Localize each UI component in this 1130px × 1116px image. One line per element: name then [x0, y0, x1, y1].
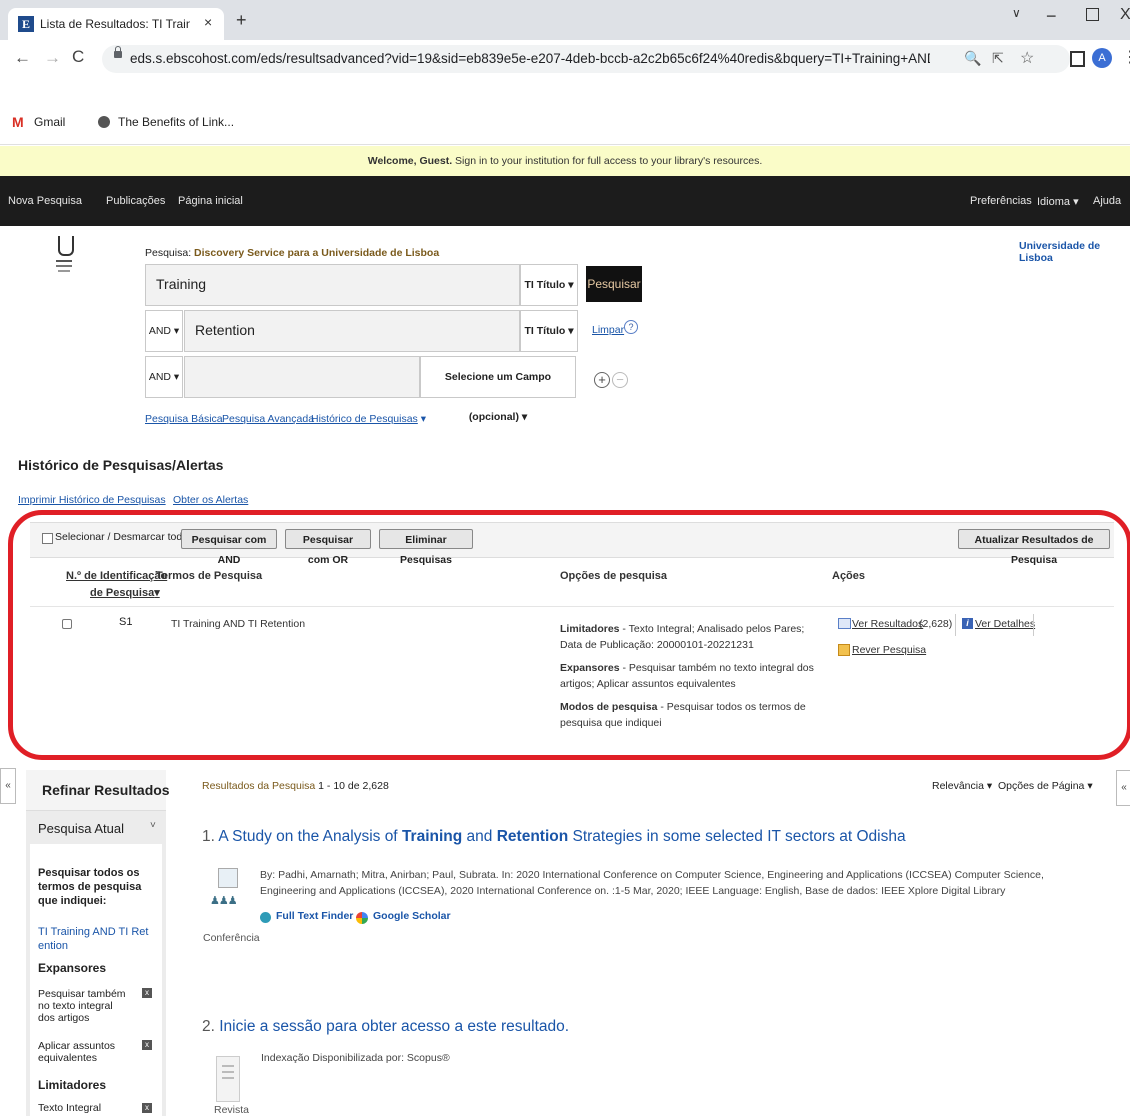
page-options-dropdown[interactable]: Opções de Página ▾: [998, 780, 1093, 792]
maximize-icon[interactable]: [1086, 8, 1099, 21]
remove-limiter-1-icon[interactable]: x: [142, 1103, 152, 1113]
profile-avatar[interactable]: A: [1092, 48, 1112, 68]
result-1-type: Conferência: [203, 932, 260, 944]
bookmarks-bar: M Gmail The Benefits of Link...: [0, 104, 1130, 145]
browser-menu-icon[interactable]: ⋮: [1122, 47, 1130, 67]
limiter-item-1: Texto Integral: [38, 1102, 102, 1114]
field-select-3[interactable]: Selecione um Campo (opcional) ▾: [420, 356, 576, 423]
current-query[interactable]: TI Training AND TI Retention: [38, 925, 150, 953]
results-summary: Resultados da Pesquisa 1 - 10 de 2,628: [202, 780, 389, 792]
back-icon[interactable]: ←: [14, 48, 31, 68]
share-icon[interactable]: ⇱: [992, 50, 1004, 67]
bookmark-star-icon[interactable]: ☆: [1020, 48, 1034, 68]
remove-expander-2-icon[interactable]: x: [142, 1040, 152, 1050]
browser-tab[interactable]: E Lista de Resultados: TI Training AND T…: [8, 8, 224, 40]
search-input-3[interactable]: [184, 356, 420, 398]
result-1-title[interactable]: 1. A Study on the Analysis of Training a…: [202, 828, 906, 846]
browser-tab-bar: E Lista de Resultados: TI Training AND T…: [0, 0, 1130, 40]
lock-icon[interactable]: [114, 46, 122, 58]
search-input-1[interactable]: Training: [145, 264, 520, 306]
university-logo: [56, 236, 76, 292]
field-select-2[interactable]: TI Título ▾: [520, 310, 578, 352]
result-1-meta: By: Padhi, Amarnath; Mitra, Anirban; Pau…: [260, 869, 1044, 897]
nav-publications[interactable]: Publicações: [106, 195, 165, 207]
tab-title: Lista de Resultados: TI Training AND TI …: [40, 17, 190, 31]
journal-icon: [216, 1056, 240, 1102]
field-select-1[interactable]: TI Título ▾: [520, 264, 578, 306]
collapse-right-button[interactable]: «: [1116, 770, 1130, 806]
result-2-meta: Indexação Disponibilizada por: Scopus®: [261, 1052, 450, 1064]
new-tab-button[interactable]: +: [236, 11, 247, 29]
welcome-bold: Welcome, Guest.: [367, 155, 453, 167]
forward-icon[interactable]: →: [44, 48, 61, 68]
search-history-link[interactable]: Histórico de Pesquisas ▾: [311, 413, 426, 425]
expanders-heading: Expansores: [38, 961, 107, 975]
globe-icon: [98, 116, 110, 128]
full-text-finder-icon: [260, 912, 271, 923]
top-navigation: Nova Pesquisa Publicações Página inicial…: [0, 176, 1130, 226]
expander-item-2: Aplicar assuntos equivalentes: [38, 1040, 116, 1064]
limiters-heading: Limitadores: [38, 1078, 107, 1092]
chevron-down-icon[interactable]: ˅: [150, 820, 156, 831]
minimize-icon[interactable]: −: [1046, 6, 1057, 27]
search-service-label: Pesquisa: Discovery Service para a Unive…: [145, 247, 440, 259]
bool-select-2[interactable]: AND ▾: [145, 310, 183, 352]
browser-toolbar: ← → C eds.s.ebscohost.com/eds/resultsadv…: [0, 40, 1130, 105]
nav-language[interactable]: Idioma ▾: [1037, 195, 1079, 208]
remove-expander-1-icon[interactable]: x: [142, 988, 152, 998]
sort-dropdown[interactable]: Relevância ▾: [932, 780, 992, 792]
zoom-icon[interactable]: 🔍: [964, 50, 981, 67]
close-window-icon[interactable]: X: [1120, 6, 1130, 24]
nav-home[interactable]: Página inicial: [178, 195, 243, 207]
google-scholar-icon: [356, 912, 368, 924]
basic-search-link[interactable]: Pesquisa Básica: [145, 413, 223, 425]
tab-search-icon[interactable]: ∨: [1012, 6, 1021, 20]
history-title: Histórico de Pesquisas/Alertas: [18, 457, 224, 473]
result-2-type: Revista: [214, 1104, 250, 1116]
print-history-link[interactable]: Imprimir Histórico de Pesquisas: [18, 494, 166, 506]
reload-icon[interactable]: C: [72, 47, 84, 67]
conference-icon: ♟♟♟: [210, 868, 244, 926]
clear-link[interactable]: Limpar: [592, 324, 624, 336]
side-panel-icon[interactable]: [1070, 51, 1085, 67]
bookmark-gmail[interactable]: Gmail: [34, 115, 65, 129]
nav-preferences[interactable]: Preferências: [970, 195, 1032, 207]
tab-close-icon[interactable]: ×: [204, 14, 212, 30]
search-button[interactable]: Pesquisar: [586, 266, 642, 302]
welcome-banner: Welcome, Guest. Sign in to your institut…: [0, 146, 1130, 177]
advanced-search-link[interactable]: Pesquisa Avançada: [222, 413, 314, 425]
google-scholar-link[interactable]: Google Scholar: [373, 910, 451, 922]
full-text-finder-link[interactable]: Full Text Finder: [276, 910, 353, 922]
institution-link[interactable]: Universidade de Lisboa: [1019, 240, 1130, 264]
search-input-2[interactable]: Retention: [184, 310, 520, 352]
ebsco-favicon-icon: E: [18, 16, 34, 32]
welcome-text[interactable]: Sign in to your institution for full acc…: [452, 155, 762, 167]
result-2-title[interactable]: 2. Inicie a sessão para obter acesso a e…: [202, 1018, 569, 1036]
refine-title: Refinar Resultados: [42, 782, 170, 798]
annotation-highlight-box: [8, 510, 1130, 760]
bookmark-benefits[interactable]: The Benefits of Link...: [118, 115, 234, 129]
gmail-icon: M: [12, 114, 24, 130]
address-bar[interactable]: eds.s.ebscohost.com/eds/resultsadvanced?…: [102, 45, 1070, 73]
url-text[interactable]: eds.s.ebscohost.com/eds/resultsadvanced?…: [130, 51, 930, 66]
current-search-label[interactable]: Pesquisa Atual: [38, 821, 124, 836]
remove-row-icon[interactable]: −: [612, 372, 628, 388]
expander-item-1: Pesquisar também no texto integral dos a…: [38, 988, 126, 1024]
all-terms-label: Pesquisar todos os termos de pesquisa qu…: [38, 867, 142, 907]
collapse-left-button[interactable]: «: [0, 768, 16, 804]
nav-new-search[interactable]: Nova Pesquisa: [8, 195, 82, 207]
nav-help[interactable]: Ajuda: [1093, 195, 1121, 207]
add-row-icon[interactable]: +: [594, 372, 610, 388]
help-icon[interactable]: ?: [624, 320, 638, 334]
bool-select-3[interactable]: AND ▾: [145, 356, 183, 398]
get-alerts-link[interactable]: Obter os Alertas: [173, 494, 248, 506]
